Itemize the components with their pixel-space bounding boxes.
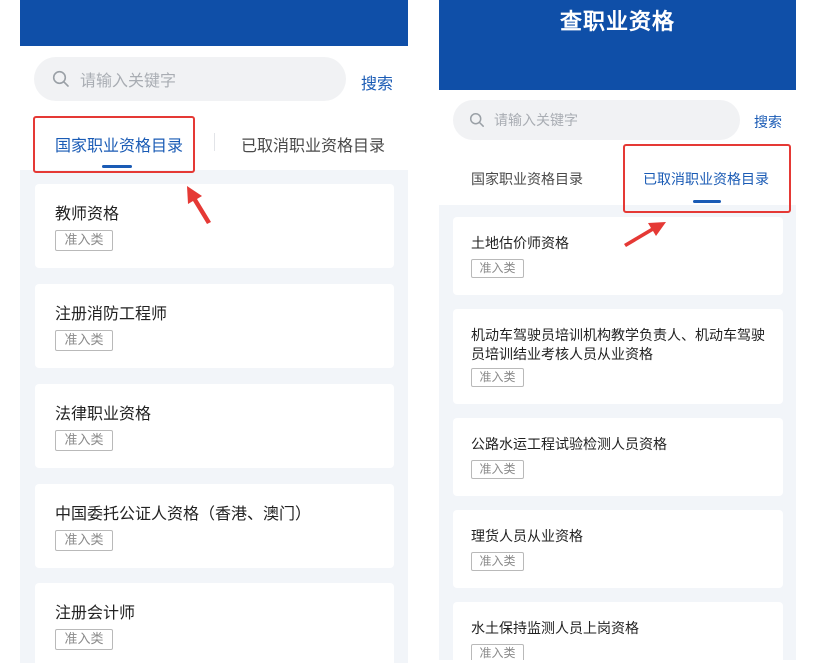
tab-divider [214,133,215,151]
item-title: 水土保持监测人员上岗资格 [471,621,639,637]
tab-cancelled-catalog[interactable]: 已取消职业资格目录 [241,132,385,156]
item-title: 公路水运工程试验检测人员资格 [471,437,667,453]
item-title: 理货人员从业资格 [471,529,583,545]
item-tag: 准入类 [55,430,113,451]
item-tag: 准入类 [55,230,113,251]
red-arrow-icon [624,222,666,247]
list-item[interactable]: 土地估价师资格 准入类 [453,217,783,295]
list-item[interactable]: 机动车驾驶员培训机构教学负责人、机动车驾驶员培训结业考核人员从业资格 准入类 [453,309,783,404]
item-tag: 准入类 [471,552,524,571]
list-item[interactable]: 注册消防工程师 准入类 [35,284,394,368]
item-title: 机动车驾驶员培训机构教学负责人、机动车驾驶员培训结业考核人员从业资格 [471,328,765,363]
search-input[interactable]: 请输入关键字 [453,100,740,140]
item-title: 教师资格 [55,204,120,223]
item-tag: 准入类 [471,460,524,479]
search-icon [52,70,69,87]
search-button[interactable]: 搜索 [361,70,393,94]
list-item[interactable]: 水土保持监测人员上岗资格 准入类 [453,602,783,660]
list-item[interactable]: 注册会计师 准入类 [35,583,394,663]
header-bar [20,0,408,46]
search-placeholder: 请输入关键字 [80,71,177,90]
item-tag: 准入类 [55,530,113,551]
search-placeholder: 请输入关键字 [494,113,578,129]
item-tag: 准入类 [471,644,524,660]
item-tag: 准入类 [471,259,524,278]
red-arrow-icon [187,186,211,224]
item-title: 注册会计师 [55,603,136,622]
header-bar: 查职业资格 [439,0,796,90]
tab-national-catalog[interactable]: 国家职业资格目录 [471,169,583,189]
search-icon [469,112,484,127]
list-item[interactable]: 公路水运工程试验检测人员资格 准入类 [453,418,783,496]
list-item[interactable]: 中国委托公证人资格（香港、澳门） 准入类 [35,484,394,568]
search-input[interactable]: 请输入关键字 [34,57,346,101]
item-tag: 准入类 [55,330,113,351]
item-title: 中国委托公证人资格（香港、澳门） [55,504,312,523]
right-screen: 查职业资格 请输入关键字 搜索 国家职业资格目录 已取消职业资格目录 土地估价师… [439,0,796,660]
search-button[interactable]: 搜索 [754,112,782,132]
list-item[interactable]: 法律职业资格 准入类 [35,384,394,468]
list-item[interactable]: 理货人员从业资格 准入类 [453,510,783,588]
item-title: 注册消防工程师 [55,304,168,323]
item-title: 法律职业资格 [55,404,152,423]
item-tag: 准入类 [55,629,113,650]
item-tag: 准入类 [471,368,524,387]
highlight-box [623,144,791,213]
left-screen: 请输入关键字 搜索 国家职业资格目录 已取消职业资格目录 教师资格 准入类 注册… [20,0,408,663]
highlight-box [33,116,195,173]
page-title: 查职业资格 [559,10,675,35]
